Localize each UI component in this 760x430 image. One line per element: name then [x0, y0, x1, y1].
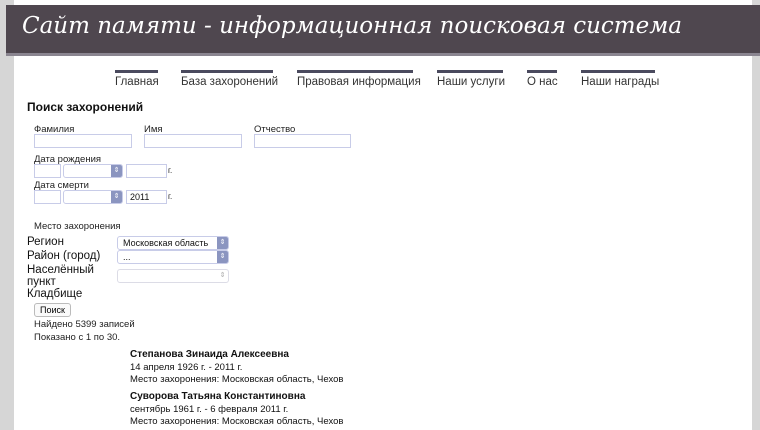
death-year-input[interactable]: 2011	[126, 190, 167, 204]
result-place: Место захоронения: Московская область, Ч…	[130, 416, 344, 427]
nav-awards[interactable]: Наши награды	[581, 70, 659, 88]
surname-input[interactable]	[34, 134, 132, 148]
result-item: Степанова Зинаида Алексеевна 14 апреля 1…	[130, 349, 343, 387]
year-suffix: г.	[168, 166, 173, 175]
result-place: Место захоронения: Московская область, Ч…	[130, 374, 344, 385]
select-arrows-icon: ⇕	[217, 237, 228, 249]
patronymic-input[interactable]	[254, 134, 351, 148]
region-value: Московская область	[123, 238, 209, 248]
select-arrows-icon: ⇕	[111, 191, 122, 203]
name-input[interactable]	[144, 134, 242, 148]
locality-label-2: пункт	[27, 276, 56, 288]
death-day-input[interactable]	[34, 190, 61, 204]
site-title: Сайт памяти - информационная поисковая с…	[22, 13, 683, 39]
shown-range: Показано с 1 по 30.	[34, 332, 121, 343]
select-arrows-icon: ⇕	[217, 251, 228, 263]
search-button[interactable]: Поиск	[34, 303, 71, 317]
page	[14, 0, 752, 430]
select-arrows-icon: ⇕	[219, 272, 226, 279]
select-arrows-icon: ⇕	[111, 165, 122, 177]
district-value: ...	[123, 252, 131, 262]
found-count: Найдено 5399 записей	[34, 319, 135, 330]
cemetery-label: Кладбище	[27, 288, 83, 300]
burial-place-label: Место захоронения	[34, 221, 121, 232]
locality-label: Населённый	[27, 264, 94, 276]
district-select[interactable]: ... ⇕	[117, 250, 229, 264]
site-header: Сайт памяти - информационная поисковая с…	[6, 5, 760, 56]
nav-burial-database[interactable]: База захоронений	[181, 70, 278, 88]
nav-about[interactable]: О нас	[527, 70, 558, 88]
result-dates: сентябрь 1961 г. - 6 февраля 2011 г.	[130, 403, 289, 415]
nav-home[interactable]: Главная	[115, 70, 159, 88]
district-label: Район (город)	[27, 250, 101, 262]
locality-select[interactable]: ⇕	[117, 269, 229, 283]
result-dates: 14 апреля 1926 г. - 2011 г.	[130, 361, 243, 373]
birth-month-select[interactable]: ⇕	[63, 164, 123, 178]
year-suffix: г.	[168, 192, 173, 201]
region-select[interactable]: Московская область ⇕	[117, 236, 229, 250]
nav-legal-info[interactable]: Правовая информация	[297, 70, 421, 88]
search-title: Поиск захоронений	[27, 100, 144, 114]
birth-day-input[interactable]	[34, 164, 61, 178]
nav-services[interactable]: Наши услуги	[437, 70, 505, 88]
result-name[interactable]: Степанова Зинаида Алексеевна	[130, 349, 343, 362]
result-item: Суворова Татьяна Константиновна сентябрь…	[130, 391, 343, 429]
region-label: Регион	[27, 236, 64, 248]
result-name[interactable]: Суворова Татьяна Константиновна	[130, 391, 343, 404]
death-month-select[interactable]: ⇕	[63, 190, 123, 204]
birth-year-input[interactable]	[126, 164, 167, 178]
